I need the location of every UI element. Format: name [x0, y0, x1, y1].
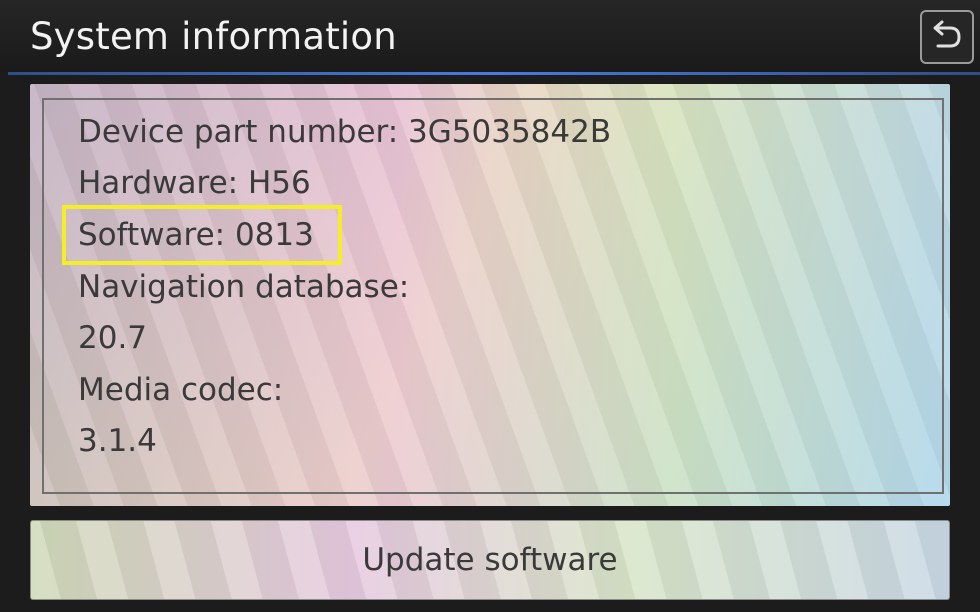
back-button[interactable] [920, 10, 974, 64]
update-software-button[interactable]: Update software [30, 520, 950, 600]
page-title: System information [30, 15, 397, 58]
back-arrow-icon [930, 20, 964, 54]
media-codec-value: 3.1.4 [78, 423, 157, 459]
update-software-label: Update software [362, 542, 618, 578]
header-divider [8, 72, 980, 75]
hardware-version: Hardware: H56 [78, 165, 311, 201]
device-part-number: Device part number: 3G5035842B [78, 114, 612, 150]
media-codec-label: Media codec: [78, 372, 284, 408]
screen: System information Device part number: 3… [0, 0, 980, 612]
header-bar: System information [0, 0, 980, 72]
navigation-database-label: Navigation database: [78, 269, 410, 305]
navigation-database-value: 20.7 [78, 320, 148, 356]
software-highlight-box [62, 205, 342, 265]
